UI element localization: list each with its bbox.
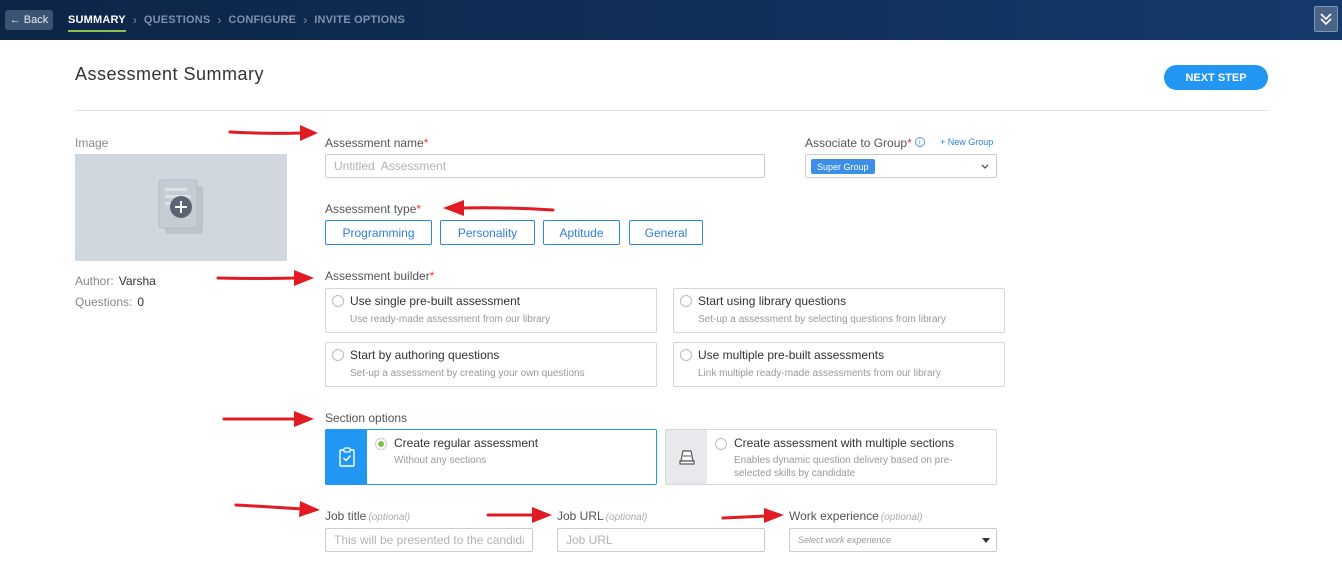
annotation-arrows [216,125,784,523]
annotation-arrow [486,507,552,523]
annotation-arrow [228,125,318,141]
annotation-arrow [234,501,320,517]
annotation-arrow [222,411,314,427]
annotation-arrow [443,200,555,216]
annotation-arrow [721,508,784,523]
annotation-arrow [216,270,314,286]
